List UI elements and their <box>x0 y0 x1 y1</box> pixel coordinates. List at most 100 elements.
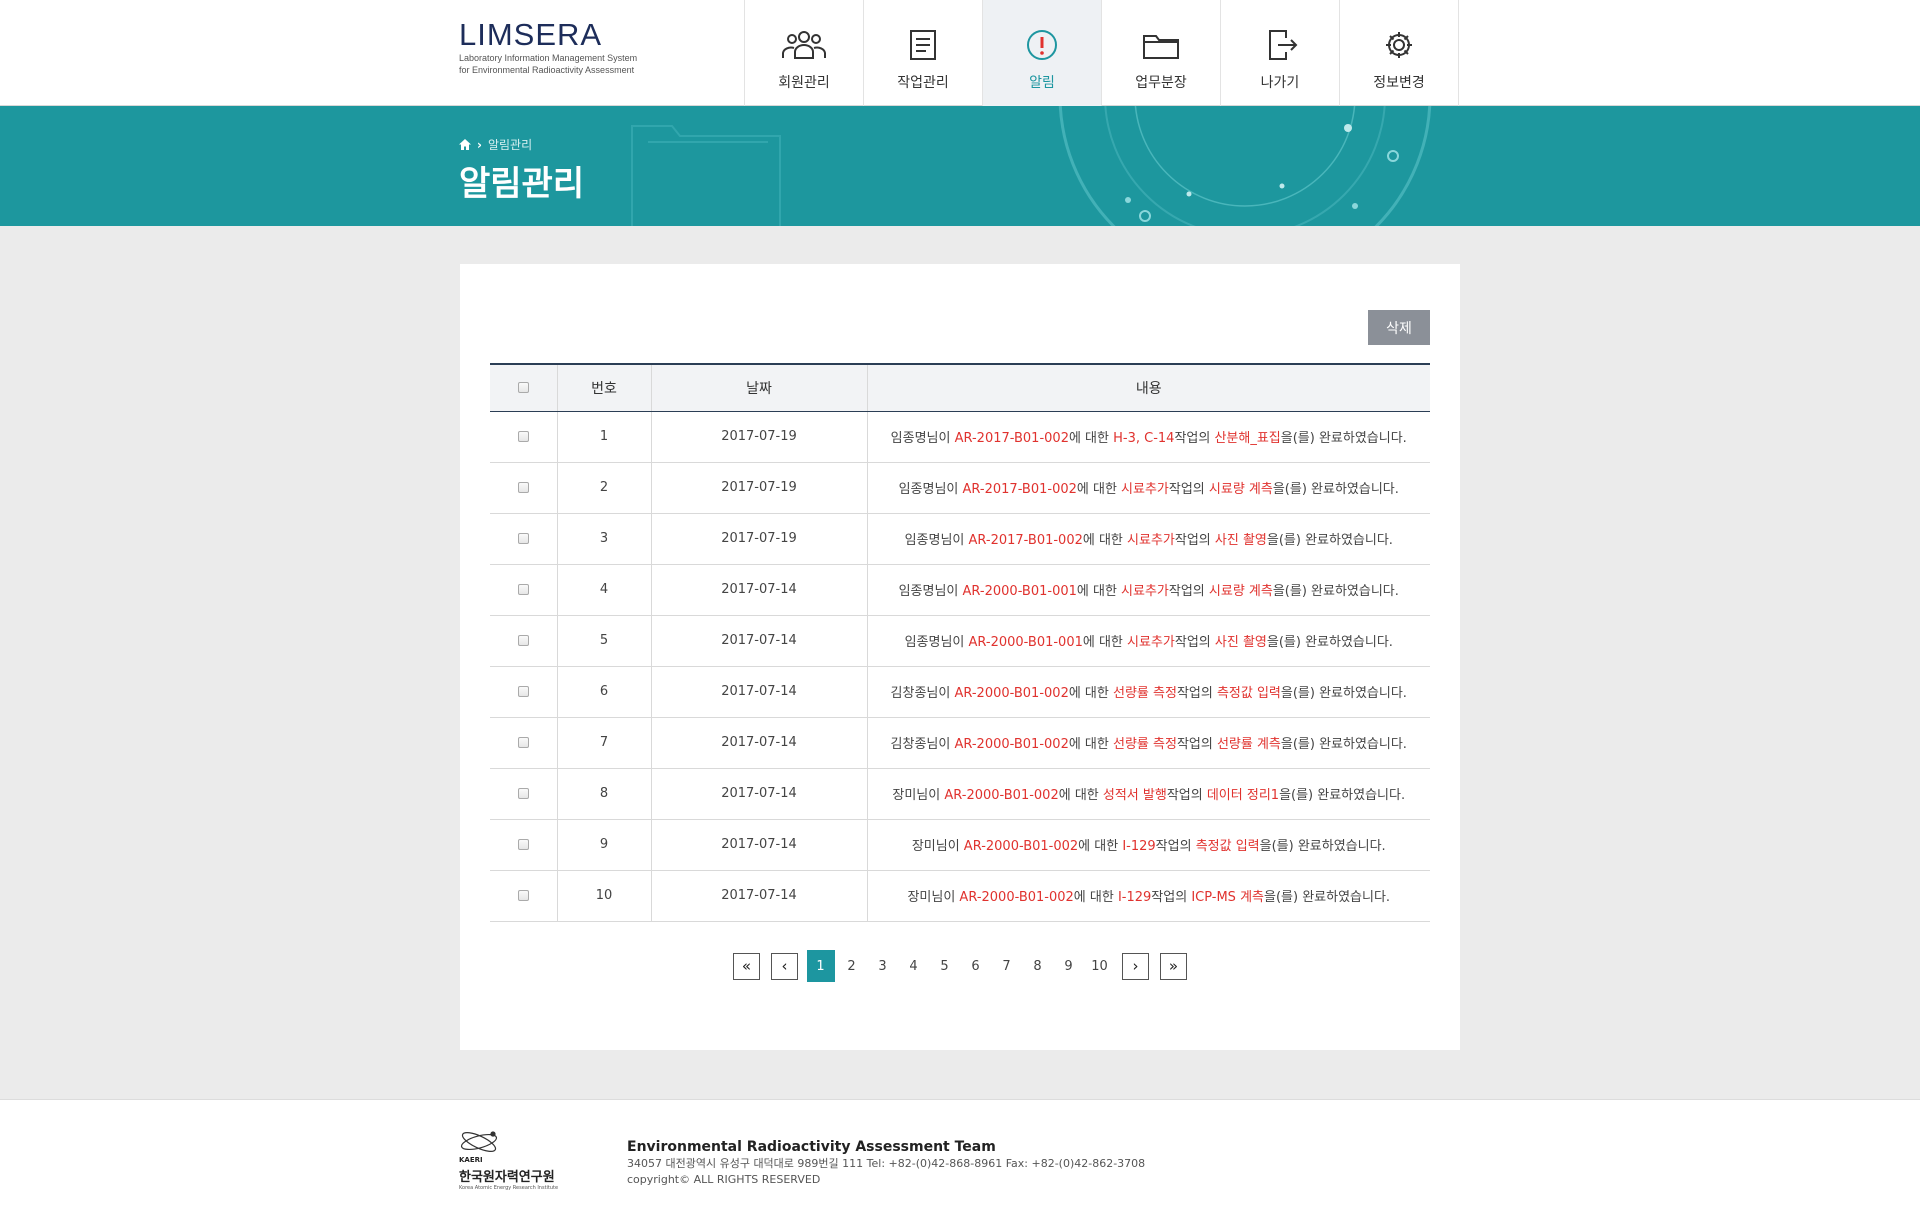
page-number-4[interactable]: 4 <box>900 950 928 982</box>
row-checkbox[interactable] <box>517 482 529 493</box>
banner-decoration <box>631 106 1432 226</box>
breadcrumb-current[interactable]: 알림관리 <box>488 136 532 153</box>
table-row[interactable]: 1 2017-07-19 임종명님이 AR-2017-B01-002에 대한 H-3… <box>490 411 1430 463</box>
table-body: 1 2017-07-19 임종명님이 AR-2017-B01-002에 대한 H-3… <box>490 411 1430 922</box>
highlight-text: 사진 촬영 <box>1214 635 1267 650</box>
logo-title: LIMSERA <box>459 17 603 52</box>
row-number: 2 <box>557 462 652 514</box>
row-checkbox[interactable] <box>517 686 529 697</box>
message-text: 을(를) 완료하였습니다. <box>1272 584 1399 599</box>
message-text: 장미님이 <box>907 890 960 905</box>
highlight-text: AR-2000-B01-001 <box>968 635 1083 650</box>
page-number-3[interactable]: 3 <box>869 950 897 982</box>
table-row[interactable]: 3 2017-07-19 임종명님이 AR-2017-B01-002에 대한 시료추… <box>490 513 1430 565</box>
highlight-text: AR-2017-B01-002 <box>968 533 1083 548</box>
page-number-6[interactable]: 6 <box>962 950 990 982</box>
table-row[interactable]: 7 2017-07-14 김창종님이 AR-2000-B01-002에 대한 선량률… <box>490 717 1430 769</box>
message-text: 장미님이 <box>892 788 945 803</box>
message-text: 작업의 <box>1174 431 1215 446</box>
alert-icon <box>1027 30 1057 60</box>
message-text: 에 대한 <box>1073 890 1118 905</box>
table-row[interactable]: 9 2017-07-14 장미님이 AR-2000-B01-002에 대한 I-12… <box>490 819 1430 871</box>
first-page-button[interactable]: « <box>733 952 760 980</box>
row-number: 5 <box>557 615 652 667</box>
page-number-8[interactable]: 8 <box>1024 950 1052 982</box>
message-text: 작업의 <box>1168 482 1209 497</box>
message-text: 에 대한 <box>1076 482 1122 497</box>
page-number-1[interactable]: 1 <box>806 950 835 982</box>
kaeri-name: 한국원자력연구원 <box>459 1170 555 1185</box>
message-text: 작업의 <box>1166 788 1207 803</box>
page-banner: › 알림관리 알림관리 <box>0 106 1920 226</box>
nav-item-logout[interactable]: 나가기 <box>1221 0 1340 106</box>
row-checkbox[interactable] <box>517 788 529 799</box>
table-row[interactable]: 4 2017-07-14 임종명님이 AR-2000-B01-001에 대한 시료추… <box>490 564 1430 616</box>
next-page-button[interactable]: › <box>1122 952 1149 980</box>
highlight-text: 데이터 정리1 <box>1206 788 1280 803</box>
table-row[interactable]: 8 2017-07-14 장미님이 AR-2000-B01-002에 대한 성적서 … <box>490 768 1430 820</box>
message-text: 작업의 <box>1174 533 1215 548</box>
highlight-text: AR-2017-B01-002 <box>962 482 1077 497</box>
row-checkbox[interactable] <box>517 839 529 850</box>
select-all-cell <box>490 363 558 412</box>
page-number-9[interactable]: 9 <box>1055 950 1083 982</box>
kaeri-abbr: KAERI <box>459 1156 483 1164</box>
row-checkbox[interactable] <box>517 533 529 544</box>
message-text: 임종명님이 <box>898 584 963 599</box>
nav-item-settings[interactable]: 정보변경 <box>1340 0 1459 106</box>
footer-info: Environmental Radioactivity Assessment T… <box>627 1138 1145 1188</box>
highlight-text: 시료추가 <box>1121 482 1169 497</box>
main-nav: 회원관리 작업관리 알림 업무분장 나가기 정보변경 <box>744 0 1459 106</box>
page-number-2[interactable]: 2 <box>838 950 866 982</box>
row-checkbox[interactable] <box>517 584 529 595</box>
highlight-text: AR-2000-B01-002 <box>954 686 1069 701</box>
nav-label: 업무분장 <box>1135 75 1187 91</box>
page-number-10[interactable]: 10 <box>1086 950 1114 982</box>
table-header-row: 번호 날짜 내용 <box>490 363 1430 412</box>
message-text: 작업의 <box>1151 890 1192 905</box>
message-text: 을(를) 완료하였습니다. <box>1264 890 1391 905</box>
table-row[interactable]: 5 2017-07-14 임종명님이 AR-2000-B01-001에 대한 시료추… <box>490 615 1430 667</box>
row-number: 1 <box>557 411 652 463</box>
logo-subtitle-line1: Laboratory Information Management System <box>459 53 638 63</box>
row-checkbox[interactable] <box>517 431 529 442</box>
row-select-cell <box>490 666 558 718</box>
delete-button[interactable]: 삭제 <box>1368 310 1430 345</box>
row-date: 2017-07-19 <box>651 513 868 565</box>
message-text: 임종명님이 <box>904 533 969 548</box>
message-text: 장미님이 <box>911 839 964 854</box>
highlight-text: 시료량 계측 <box>1208 482 1273 497</box>
header-number[interactable]: 번호 <box>557 363 652 412</box>
message-text: 을(를) 완료하였습니다. <box>1272 482 1399 497</box>
page-number-7[interactable]: 7 <box>993 950 1021 982</box>
select-all-checkbox[interactable] <box>517 382 529 394</box>
message-text: 에 대한 <box>1082 533 1128 548</box>
limsera-logo[interactable]: LIMSERA Laboratory Information Managemen… <box>459 18 637 76</box>
table-row[interactable]: 6 2017-07-14 김창종님이 AR-2000-B01-002에 대한 선량률… <box>490 666 1430 718</box>
row-checkbox[interactable] <box>517 635 529 646</box>
prev-page-button[interactable]: ‹ <box>771 952 798 980</box>
kaeri-logo: KAERI 한국원자력연구원 Korea Atomic Energy Resea… <box>459 1130 558 1191</box>
page-number-5[interactable]: 5 <box>931 950 959 982</box>
message-text: 을(를) 완료하였습니다. <box>1280 686 1407 701</box>
row-checkbox[interactable] <box>517 890 529 901</box>
nav-item-assignment[interactable]: 업무분장 <box>1102 0 1221 106</box>
nav-label: 작업관리 <box>897 75 949 91</box>
nav-item-alerts[interactable]: 알림 <box>983 0 1102 106</box>
header-content[interactable]: 내용 <box>867 363 1430 412</box>
header-date[interactable]: 날짜 <box>651 363 868 412</box>
nav-item-tasks[interactable]: 작업관리 <box>864 0 983 106</box>
site-header: LIMSERA Laboratory Information Managemen… <box>0 0 1920 106</box>
table-row[interactable]: 2 2017-07-19 임종명님이 AR-2017-B01-002에 대한 시료추… <box>490 462 1430 514</box>
row-date: 2017-07-14 <box>651 870 868 922</box>
row-number: 7 <box>557 717 652 769</box>
nav-item-members[interactable]: 회원관리 <box>745 0 864 106</box>
last-page-button[interactable]: » <box>1160 952 1187 980</box>
table-row[interactable]: 10 2017-07-14 장미님이 AR-2000-B01-002에 대한 I-1… <box>490 870 1430 922</box>
row-checkbox[interactable] <box>517 737 529 748</box>
row-select-cell <box>490 615 558 667</box>
highlight-text: AR-2017-B01-002 <box>954 431 1069 446</box>
home-icon[interactable] <box>459 139 471 150</box>
footer-address: 34057 대전광역시 유성구 대덕대로 989번길 111 Tel: +82-… <box>627 1157 1146 1170</box>
row-select-cell <box>490 513 558 565</box>
